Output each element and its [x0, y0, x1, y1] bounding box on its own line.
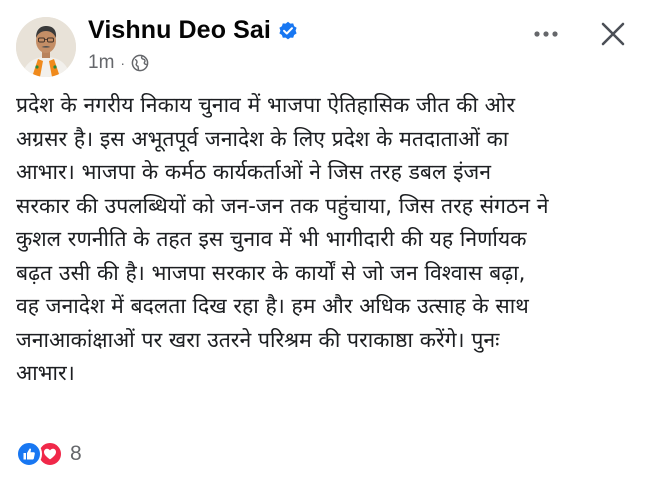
- post-text-line: बढ़त उसी की है। भाजपा सरकार के कार्यों स…: [16, 259, 526, 285]
- avatar[interactable]: [16, 17, 76, 77]
- more-options-button[interactable]: [528, 22, 564, 46]
- reaction-count[interactable]: 8: [70, 442, 82, 466]
- post-text: प्रदेश के नगरीय निकाय चुनाव में भाजपा ऐत…: [16, 88, 632, 390]
- post-text-line: प्रदेश के नगरीय निकाय चुनाव में भाजपा ऐत…: [16, 92, 516, 117]
- post-header: Vishnu Deo Sai 1m ·: [0, 0, 645, 90]
- post-text-line: वह जनादेश में बदलता दिख रहा है। हम और अध…: [16, 293, 529, 318]
- post-text-line: आभार। भाजपा के कर्मठ कार्यकर्ताओं ने जिस…: [16, 159, 492, 184]
- globe-icon[interactable]: [131, 54, 149, 72]
- avatar-image: [16, 17, 76, 77]
- post-text-line: सरकार की उपलब्धियों को जन-जन तक पहुंचाया…: [16, 192, 549, 218]
- close-button[interactable]: [595, 16, 631, 52]
- post-text-line: आभार।: [16, 360, 75, 385]
- verified-badge-icon: [278, 21, 298, 41]
- author-line: Vishnu Deo Sai: [88, 16, 298, 45]
- post-timestamp[interactable]: 1m: [88, 52, 114, 74]
- reactions-summary[interactable]: 8: [16, 441, 82, 467]
- close-icon: [601, 22, 625, 46]
- like-icon: [16, 441, 42, 467]
- author-name[interactable]: Vishnu Deo Sai: [88, 16, 271, 45]
- post-text-line: जनाआकांक्षाओं पर खरा उतरने परिश्रम की पर…: [16, 326, 500, 352]
- post-meta: 1m ·: [88, 52, 149, 74]
- more-icon: [534, 31, 558, 37]
- post-text-line: अग्रसर है। इस अभूतपूर्व जनादेश के लिए प्…: [16, 125, 509, 151]
- meta-separator: ·: [120, 55, 126, 71]
- post-text-line: कुशल रणनीति के तहत इस चुनाव में भी भागीद…: [16, 226, 527, 251]
